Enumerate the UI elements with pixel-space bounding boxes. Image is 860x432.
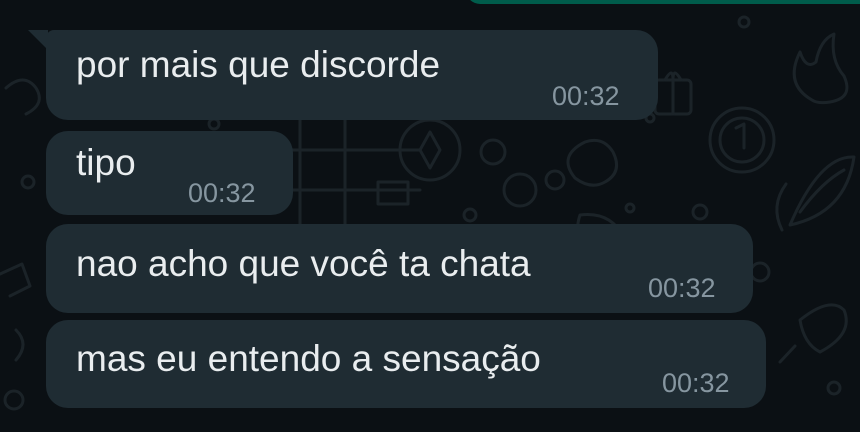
- message-bubble[interactable]: por mais que discorde 00:32: [28, 30, 658, 120]
- left-edge-doodles: [0, 78, 41, 411]
- message-bubble[interactable]: mas eu entendo a sensação 00:32: [46, 320, 766, 408]
- clock-doodle: [708, 106, 776, 174]
- message-timestamp: 00:32: [662, 368, 730, 398]
- corn-doodle: [775, 155, 856, 232]
- flame-doodle: [792, 32, 849, 105]
- message-bubble[interactable]: tipo 00:32: [46, 131, 293, 215]
- bubble-tail: [28, 30, 48, 50]
- bubbles-doodle: [462, 138, 566, 223]
- message-text: nao acho que você ta chata: [76, 243, 531, 284]
- message-timestamp: 00:32: [648, 273, 716, 303]
- message-text: mas eu entendo a sensação: [76, 338, 541, 379]
- rocket-doodle: [778, 303, 848, 364]
- gift-doodle: [653, 71, 693, 116]
- chat-message-list[interactable]: por mais que discorde 00:32 tipo 00:32 n…: [0, 0, 860, 432]
- previous-outgoing-message-edge: [466, 0, 860, 4]
- message-timestamp: 00:32: [552, 81, 620, 111]
- message-bubble[interactable]: nao acho que você ta chata 00:32: [46, 224, 753, 313]
- message-text: por mais que discorde: [76, 44, 441, 85]
- message-text: tipo: [76, 142, 136, 183]
- message-timestamp: 00:32: [188, 178, 256, 208]
